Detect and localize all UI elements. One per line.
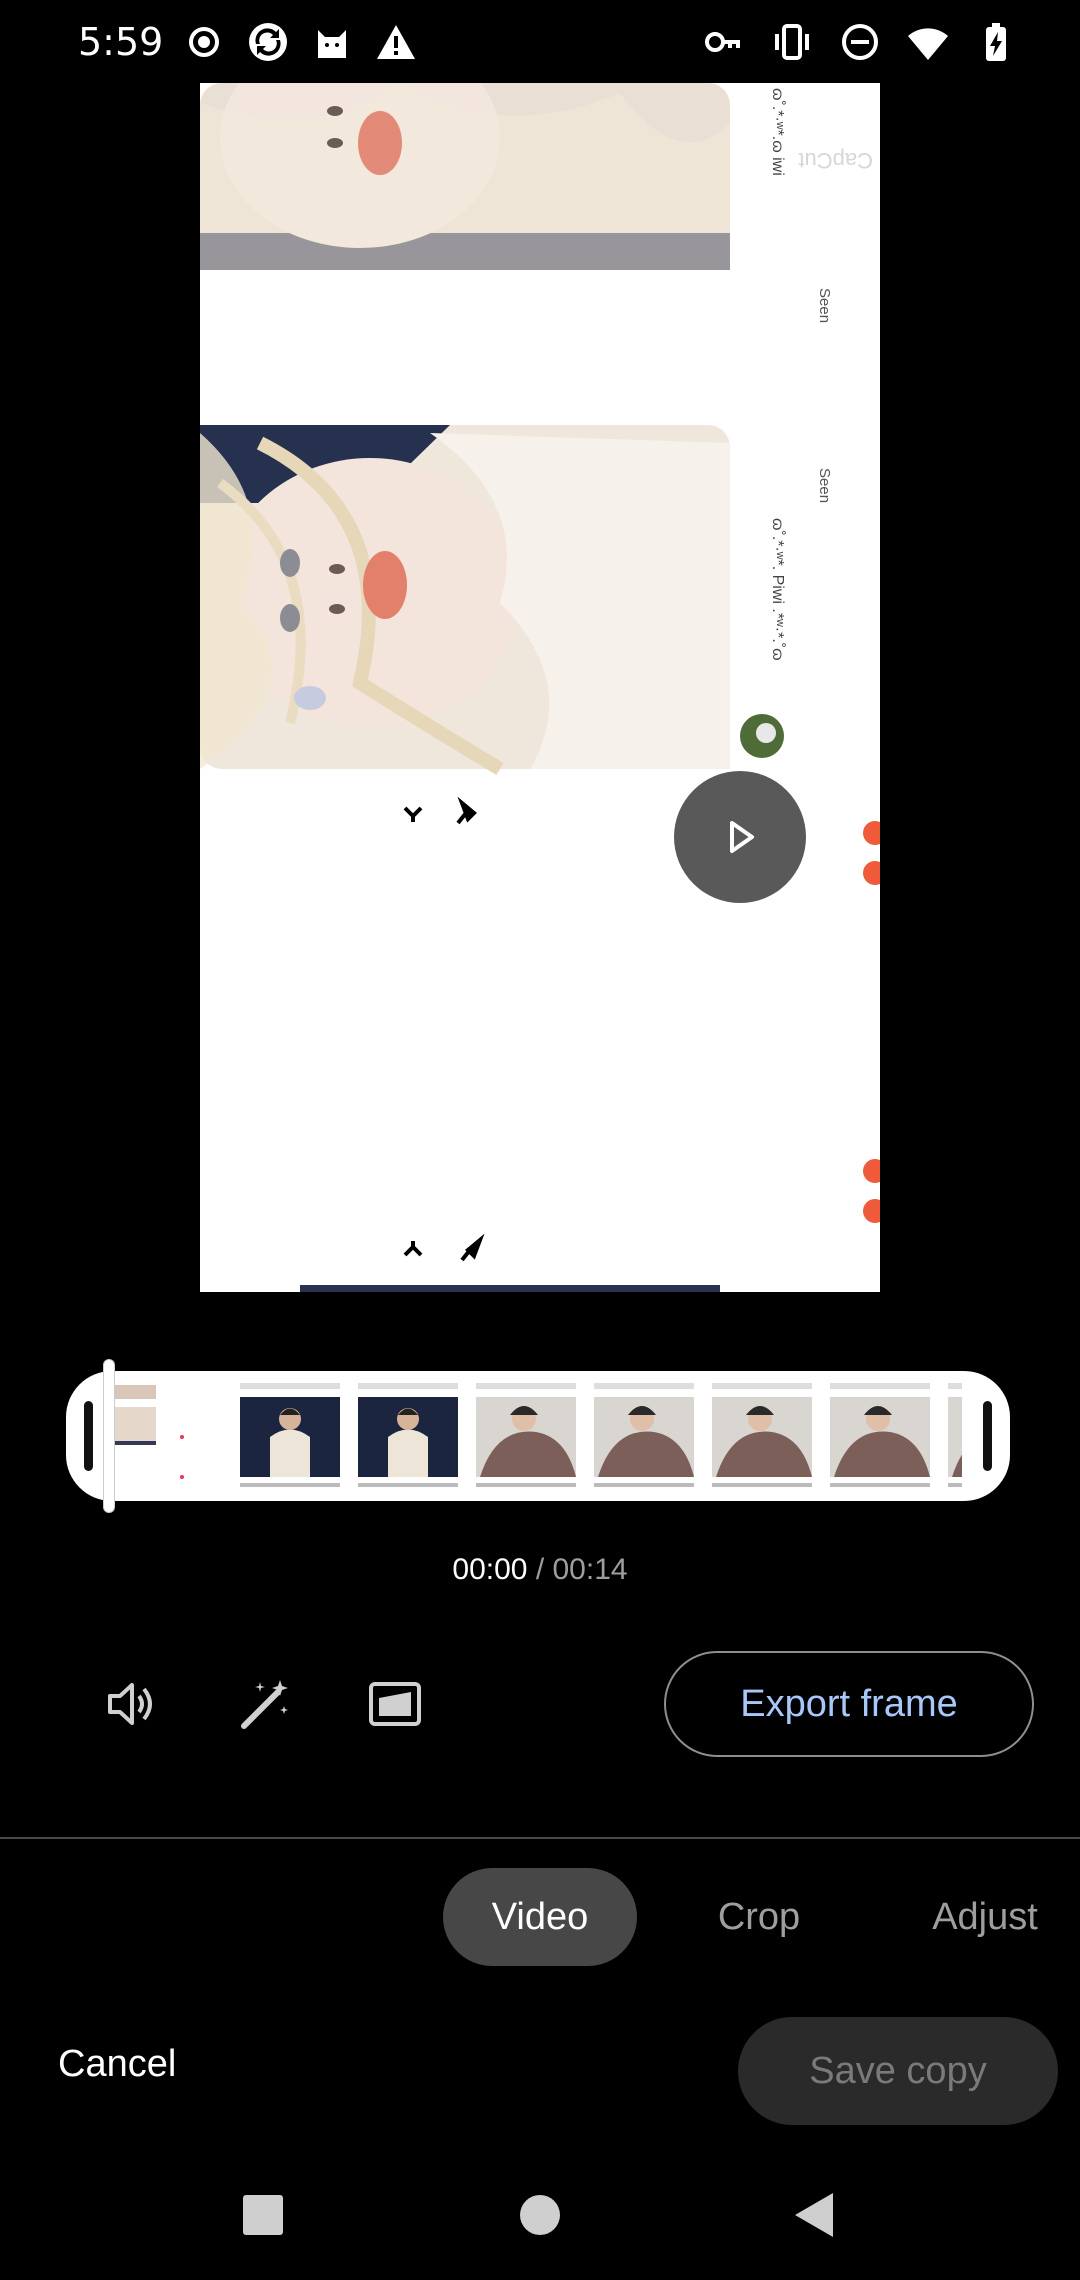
vibrate-icon (775, 24, 809, 60)
volume-icon[interactable] (104, 1676, 160, 1732)
trim-handle-start[interactable] (84, 1401, 93, 1471)
battery-charging-icon (986, 23, 1006, 61)
current-time: 00:00 (452, 1553, 528, 1586)
cat-app-icon (318, 30, 346, 58)
vpn-key-icon (705, 32, 740, 52)
tab-video[interactable]: Video (443, 1868, 637, 1966)
frame-icon[interactable] (367, 1676, 423, 1732)
username-main: ɷ˚.*·ʷ*. Piwi .*ʷ·*.˚ɷ (769, 518, 786, 661)
save-copy-button[interactable]: Save copy (738, 2017, 1058, 2125)
sync-app-icon (249, 23, 287, 61)
record-icon (189, 27, 219, 57)
export-frame-button[interactable]: Export frame (664, 1651, 1034, 1757)
timeline-scrubber[interactable] (66, 1371, 1010, 1501)
thumbnail-4 (466, 1377, 584, 1495)
wifi-icon (908, 28, 948, 60)
playhead[interactable] (104, 1360, 114, 1512)
home-circle-icon[interactable] (510, 2185, 570, 2245)
pin-icon-bottom (460, 1233, 485, 1262)
tab-crop[interactable]: Crop (690, 1868, 828, 1966)
reaction-heart (863, 821, 880, 845)
status-bar: 5:59 (0, 0, 1080, 86)
thumbnail-1 (112, 1377, 230, 1495)
play-button[interactable] (674, 771, 806, 903)
seen-label-main: Seen (816, 468, 833, 503)
warning-icon (377, 25, 415, 59)
recents-square-icon[interactable] (233, 2185, 293, 2245)
tab-adjust[interactable]: Adjust (910, 1868, 1060, 1966)
back-triangle-icon[interactable] (787, 2185, 847, 2245)
divider (0, 1837, 1080, 1839)
do-not-disturb-icon (842, 24, 878, 60)
thumbnail-7 (820, 1377, 938, 1495)
thumbnail-8 (938, 1377, 962, 1495)
thumbnail-5 (584, 1377, 702, 1495)
time-readout: 00:00 / 00:14 (0, 1553, 1080, 1587)
play-icon (730, 821, 754, 853)
reply-icon (403, 806, 423, 822)
timeline-thumbnails (112, 1377, 962, 1495)
username-top: ɷ˚.*·ʷ*.ɷ iwi (769, 88, 786, 176)
trim-handle-end[interactable] (983, 1401, 992, 1471)
status-icons-right (702, 20, 1018, 64)
thumbnail-6 (702, 1377, 820, 1495)
thumbnail-2 (230, 1377, 348, 1495)
thumbnail-3 (348, 1377, 466, 1495)
status-icons-left (182, 20, 418, 64)
watermark: CapCut (798, 148, 873, 173)
reply-icon-bottom (403, 1241, 423, 1257)
cancel-button[interactable]: Cancel (58, 2043, 176, 2086)
magic-wand-icon[interactable] (236, 1676, 292, 1732)
video-frame: Seen ɷ˚.*·ʷ*.ɷ iwi Seen ɷ˚.*·ʷ*. Piwi .*… (200, 83, 880, 1292)
video-preview[interactable]: Seen ɷ˚.*·ʷ*.ɷ iwi Seen ɷ˚.*·ʷ*. Piwi .*… (200, 83, 880, 1292)
seen-label-top: Seen (816, 288, 833, 323)
status-time: 5:59 (78, 20, 164, 64)
time-separator: / (527, 1553, 553, 1586)
total-time: 00:14 (552, 1553, 628, 1586)
pin-icon (456, 796, 477, 825)
